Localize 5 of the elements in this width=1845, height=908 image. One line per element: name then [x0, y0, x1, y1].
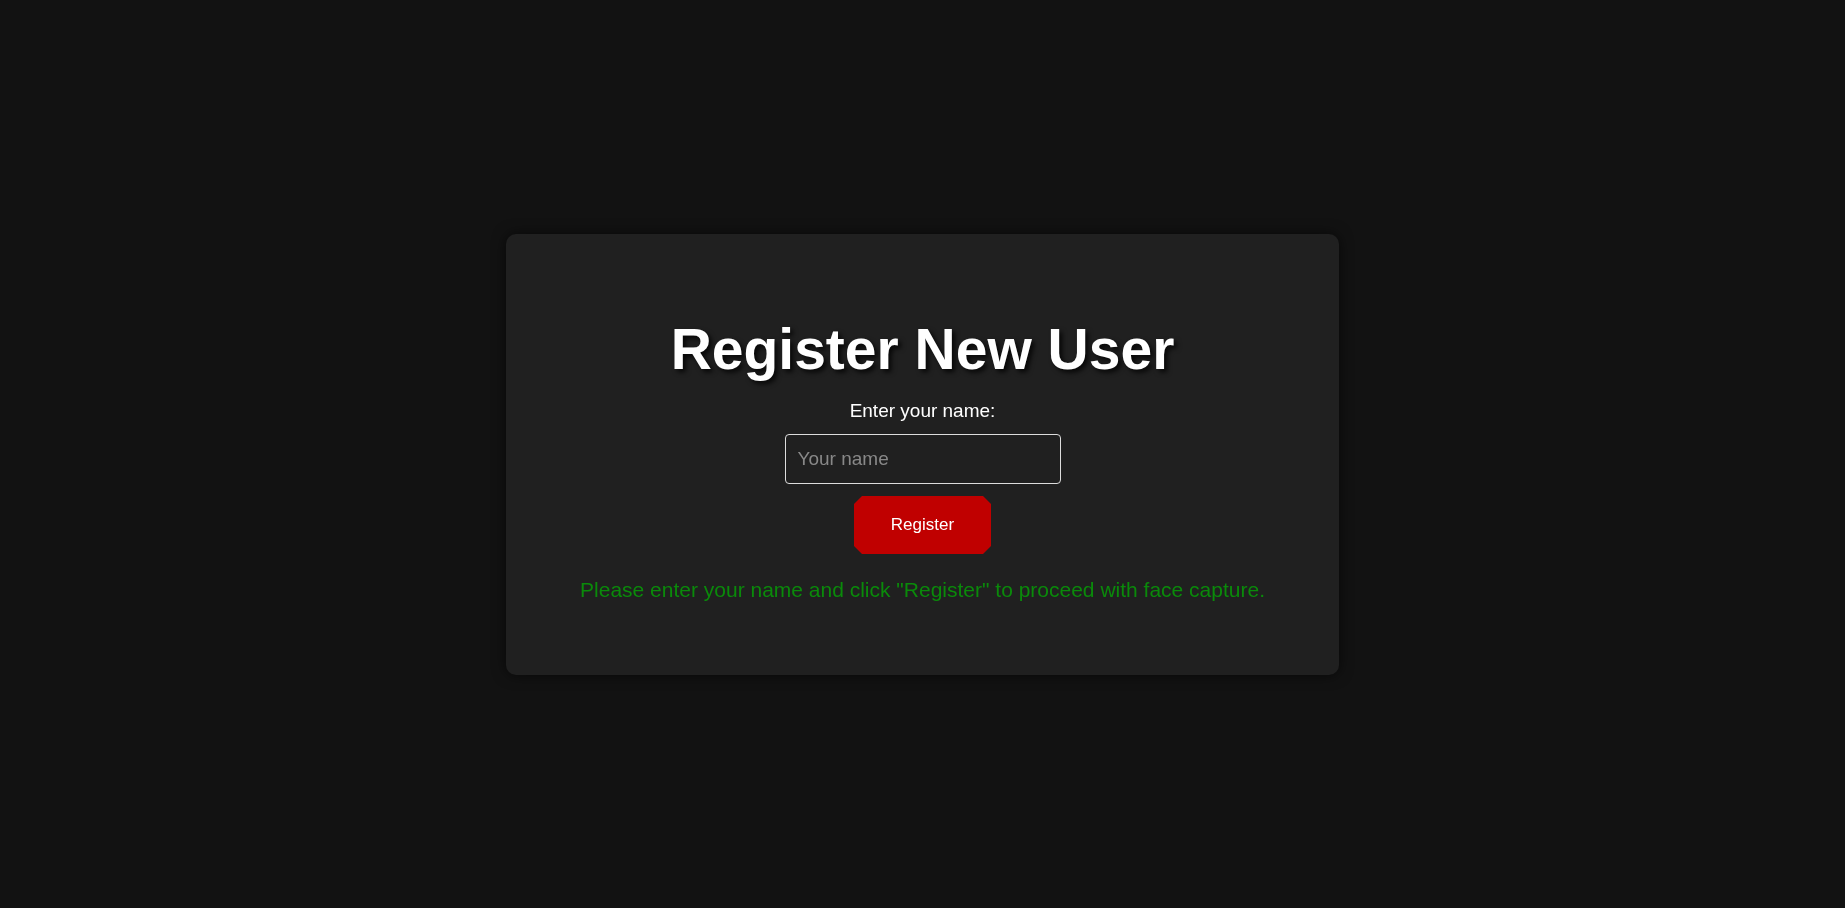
name-input-field[interactable]: Your name: [784, 434, 1061, 484]
name-label: Enter your name:: [849, 400, 996, 422]
status-message: Please enter your name and click "Register" to proceed with face capture.: [580, 578, 1265, 602]
page-title: Register New User: [670, 316, 1175, 382]
register-button[interactable]: Register: [854, 496, 991, 554]
